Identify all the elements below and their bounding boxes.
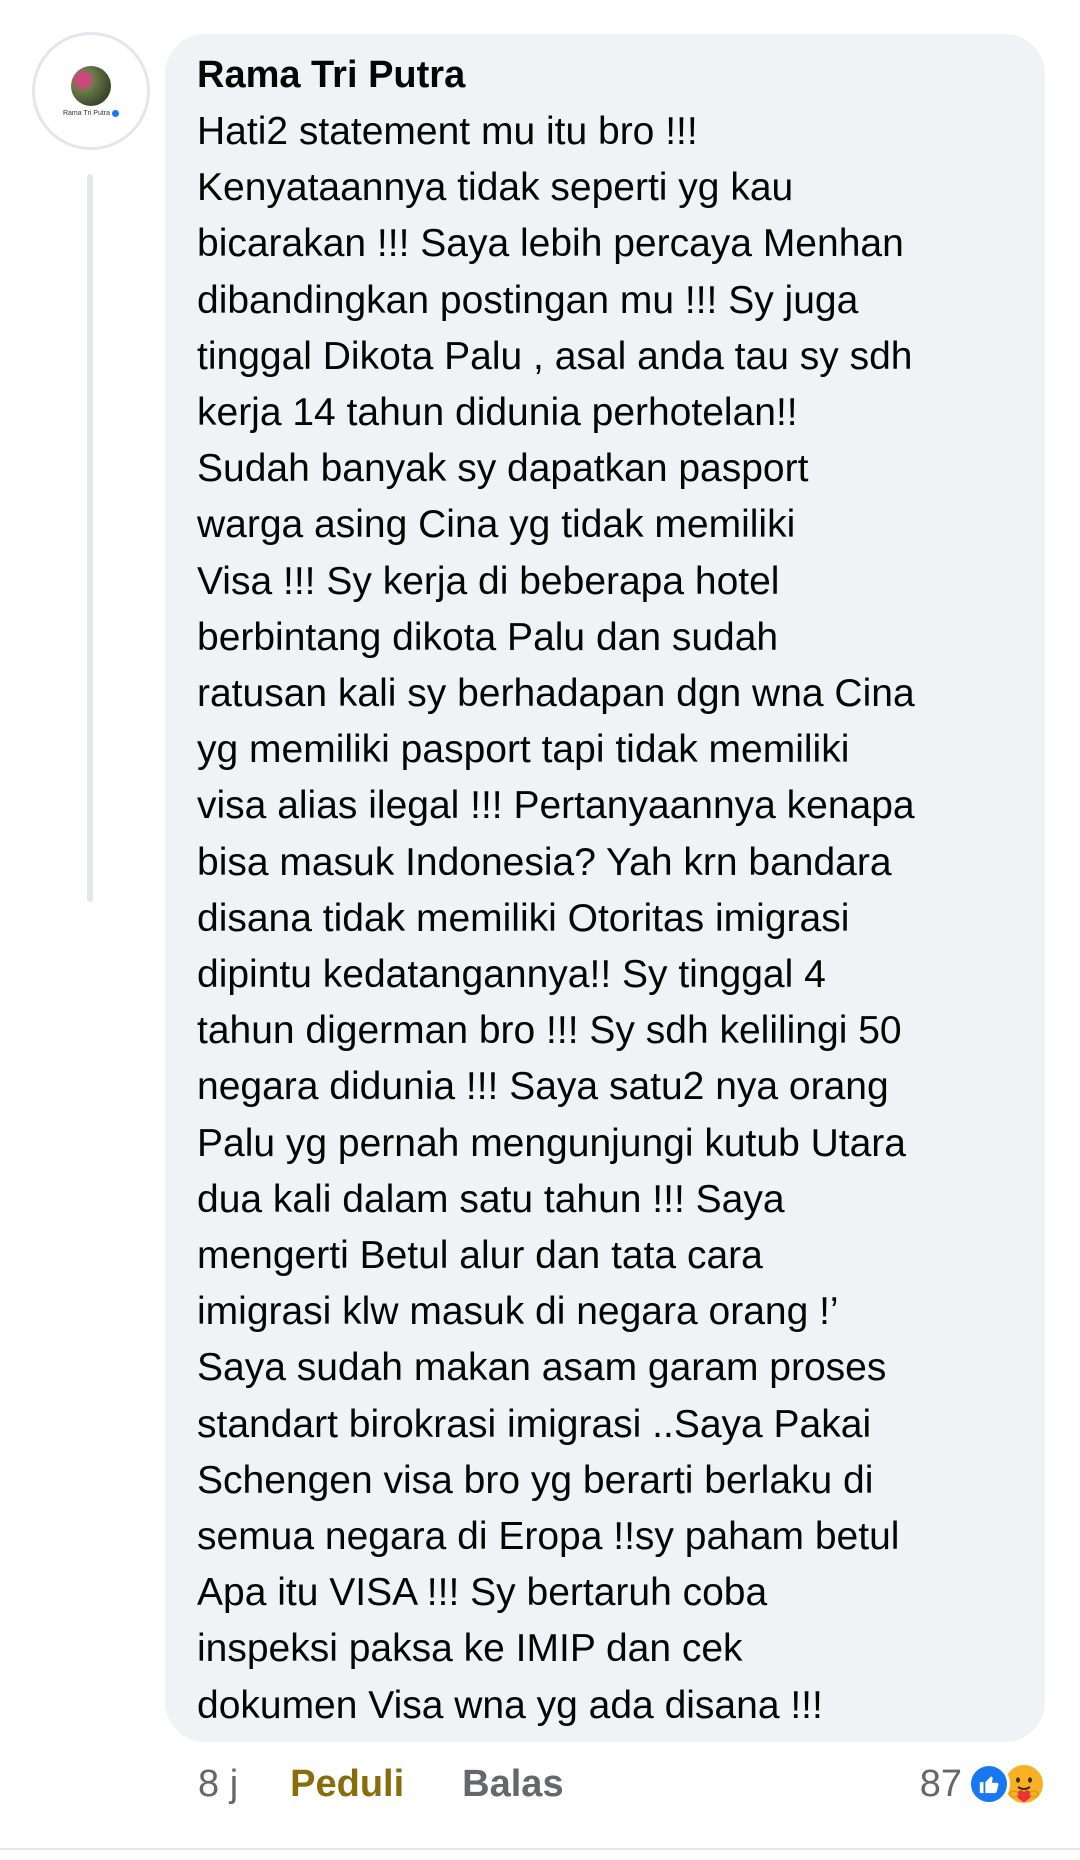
comment-line: tinggal Dikota Palu , asal anda tau sy s… [197, 334, 913, 378]
verified-badge-icon [112, 109, 120, 117]
profile-photo [71, 65, 111, 106]
comment-text: Hati2 statement mu itu bro !!! Kenyataan… [197, 104, 1013, 1734]
comment-line: Visa !!! Sy kerja di beberapa hotel [197, 559, 780, 603]
comment-line: tahun digerman bro !!! Sy sdh kelilingi … [197, 1009, 902, 1053]
comment-line: ratusan kali sy berhadapan dgn wna Cina [197, 672, 915, 716]
reaction-count: 87 [919, 1762, 962, 1805]
comment-line: bisa masuk Indonesia? Yah krn bandara [197, 840, 892, 884]
comment-line: Hati2 statement mu itu bro !!! [197, 110, 698, 153]
comment-line: dipintu kedatangannya!! Sy tinggal 4 [197, 953, 826, 997]
comment-line: imigrasi klw masuk di negara orang !’ [197, 1290, 839, 1334]
comment-line: standart birokrasi imigrasi ..Saya Pakai [197, 1402, 872, 1446]
comment-line: inspeksi paksa ke IMIP dan cek [197, 1627, 743, 1671]
reply-button[interactable]: Balas [462, 1763, 563, 1806]
comment-line: dokumen Visa wna yg ada disana !!! [197, 1683, 823, 1727]
comment-line: semua negara di Eropa !!sy paham betul [197, 1515, 900, 1559]
divider [0, 1848, 1080, 1850]
comment-line: Kenyataannya tidak seperti yg kau [197, 166, 794, 210]
comment-line: Saya sudah makan asam garam proses [197, 1346, 887, 1390]
hugging-face-icon [1007, 1767, 1041, 1802]
comment-line: Palu yg pernah mengunjungi kutub Utara [197, 1121, 906, 1165]
comment-line: Sudah banyak sy dapatkan pasport [197, 447, 809, 491]
avatar[interactable]: Rama Tri Putra [32, 32, 150, 150]
avatar-name: Rama Tri Putra [62, 109, 111, 117]
like-icon [968, 1763, 1010, 1805]
avatar-caption: Rama Tri Putra [62, 109, 120, 117]
comment-line: warga asing Cina yg tidak memiliki [197, 503, 796, 547]
comment-line: Apa itu VISA !!! Sy bertaruh coba [197, 1571, 768, 1615]
comment-bubble: Rama Tri Putra Hati2 statement mu itu br… [165, 34, 1045, 1742]
comment-line: Schengen visa bro yg berarti berlaku di [197, 1458, 874, 1502]
comment-actions: 8 j Peduli Balas [198, 1756, 564, 1812]
comment-line: disana tidak memiliki Otoritas imigrasi [197, 896, 850, 940]
comment-line: yg memiliki pasport tapi tidak memiliki [197, 728, 850, 772]
comment-line: dibandingkan postingan mu !!! Sy juga [197, 278, 859, 322]
reaction-summary[interactable]: 87 [920, 1756, 1046, 1812]
comment-line: mengerti Betul alur dan tata cara [197, 1234, 763, 1278]
comment-timestamp[interactable]: 8 j [198, 1763, 238, 1806]
comment-line: bicarakan !!! Saya lebih percaya Menhan [197, 222, 904, 266]
comment-line: visa alias ilegal !!! Pertanyaannya kena… [197, 784, 915, 828]
comment-line: dua kali dalam satu tahun !!! Saya [197, 1177, 785, 1221]
comment-author[interactable]: Rama Tri Putra [197, 50, 1013, 100]
comment-line: negara didunia !!! Saya satu2 nya orang [197, 1065, 889, 1109]
care-reaction-button[interactable]: Peduli [290, 1763, 404, 1806]
thumbs-up-icon [979, 1776, 999, 1794]
thread-line [87, 174, 93, 902]
comment-line: berbintang dikota Palu dan sudah [197, 615, 779, 659]
comment-line: kerja 14 tahun didunia perhotelan!! [197, 391, 798, 435]
